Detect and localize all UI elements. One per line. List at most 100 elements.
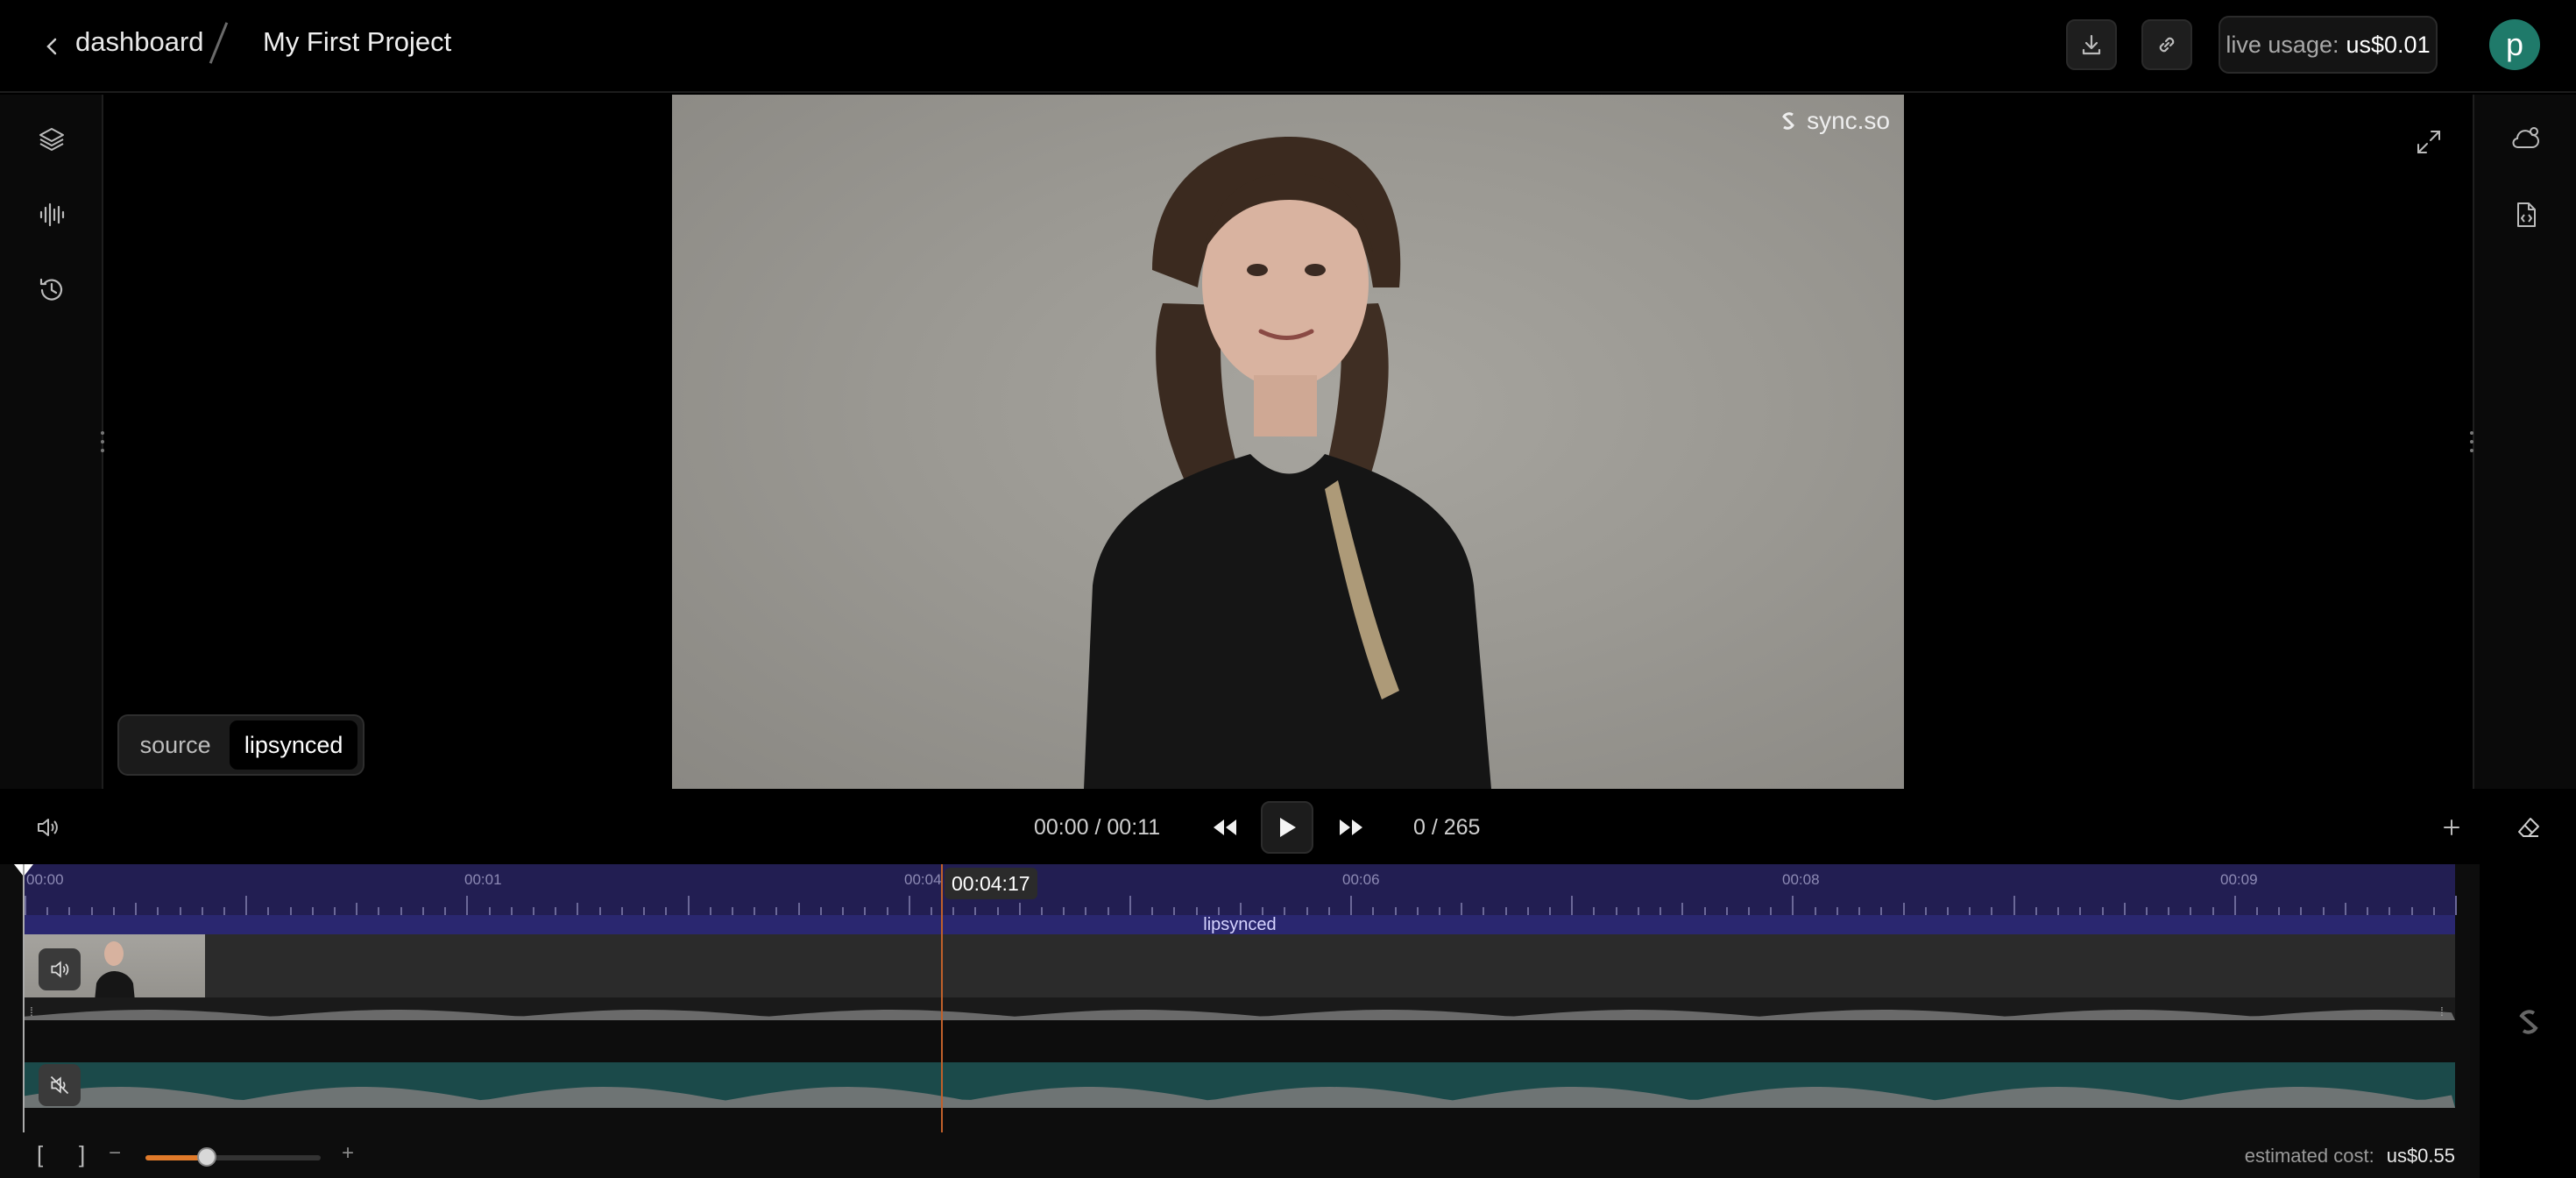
- ruler-tick: [1969, 907, 1971, 915]
- playhead[interactable]: [940, 864, 943, 1132]
- toggle-source[interactable]: source: [124, 720, 226, 770]
- right-resize-handle[interactable]: [2467, 431, 2476, 452]
- left-resize-handle[interactable]: [98, 431, 107, 452]
- ruler-tick: [290, 907, 292, 915]
- ruler-tick: [1218, 907, 1220, 915]
- volume-icon: [51, 961, 69, 978]
- ruler-tick: [1019, 903, 1021, 915]
- ruler-tick: [1527, 907, 1529, 915]
- ruler-tick-label: 00:04: [904, 871, 942, 888]
- toggle-lipsynced[interactable]: lipsynced: [230, 720, 357, 770]
- ruler-tick: [2455, 896, 2457, 915]
- ruler-tick: [202, 907, 203, 915]
- ruler-tick-label: 00:06: [1342, 871, 1380, 888]
- share-link-button[interactable]: [2141, 19, 2192, 70]
- in-point-button[interactable]: [: [37, 1141, 43, 1168]
- cloud-settings-icon[interactable]: [2504, 117, 2548, 161]
- zoom-out-button[interactable]: −: [109, 1141, 121, 1166]
- fast-forward-button[interactable]: [1325, 801, 1377, 854]
- ruler-tick: [931, 907, 932, 915]
- ruler-tick: [643, 907, 645, 915]
- left-sidebar: [0, 95, 103, 789]
- ruler-tick: [2212, 907, 2214, 915]
- play-icon: [1280, 818, 1296, 837]
- ruler-tick: [245, 896, 247, 915]
- track-volume-button[interactable]: [39, 948, 81, 990]
- ruler-tick: [577, 903, 578, 915]
- timeline-right-panel: [2480, 864, 2576, 1178]
- ruler-tick: [2278, 907, 2280, 915]
- audio-waveform-icon[interactable]: [30, 193, 74, 237]
- ruler-tick: [1616, 907, 1617, 915]
- volume-button[interactable]: [21, 801, 74, 854]
- track-mute-button[interactable]: [39, 1064, 81, 1106]
- clip-label-bar[interactable]: lipsynced: [25, 915, 2455, 934]
- ruler-tick: [2345, 903, 2346, 915]
- ruler-tick: [1151, 907, 1153, 915]
- timeline[interactable]: 00:00 00:01 00:04 00:06 00:08 00:09 00:04:17 …: [0, 864, 2480, 1178]
- ruler-tick: [489, 907, 491, 915]
- ruler-tick: [621, 907, 623, 915]
- code-file-icon[interactable]: [2504, 193, 2548, 237]
- video-preview[interactable]: sync.so: [672, 95, 1904, 789]
- expand-icon[interactable]: [2411, 124, 2446, 160]
- history-icon[interactable]: [30, 268, 74, 312]
- track1-waveform: [25, 997, 2455, 1020]
- watermark-text: sync.so: [1807, 107, 1890, 134]
- ruler-tick: [1947, 907, 1949, 915]
- cost-value: us$0.55: [2386, 1145, 2455, 1167]
- ruler-tick: [2411, 907, 2413, 915]
- rewind-button[interactable]: [1199, 801, 1251, 854]
- ruler-tick: [2102, 907, 2104, 915]
- time-ruler[interactable]: 00:00 00:01 00:04 00:06 00:08 00:09: [25, 864, 2457, 915]
- ruler-tick: [1991, 907, 1992, 915]
- ruler-tick: [1815, 907, 1816, 915]
- ruler-tick: [1681, 903, 1683, 915]
- live-usage-indicator: live usage: us$0.01: [2219, 16, 2438, 74]
- zoom-in-button[interactable]: +: [342, 1141, 354, 1166]
- clip-left-handle[interactable]: ⁞: [30, 1004, 33, 1018]
- ruler-tick: [1748, 907, 1750, 915]
- playback-controls: 00:00 / 00:11 0 / 265: [0, 789, 2576, 864]
- ruler-tick: [400, 907, 402, 915]
- ruler-tick: [444, 907, 446, 915]
- ruler-tick: [842, 907, 844, 915]
- source-lipsynced-toggle[interactable]: source lipsynced: [117, 714, 364, 776]
- ruler-tick: [2146, 907, 2148, 915]
- ruler-tick: [2124, 903, 2126, 915]
- ruler-tick: [1439, 907, 1440, 915]
- ruler-tick: [68, 907, 70, 915]
- ruler-tick: [1196, 907, 1198, 915]
- ruler-tick: [1306, 907, 1308, 915]
- ruler-tick: [864, 907, 866, 915]
- chevron-left-icon[interactable]: [39, 30, 65, 63]
- ruler-tick: [356, 903, 357, 915]
- add-button[interactable]: [2425, 801, 2478, 854]
- ruler-tick: [665, 907, 667, 915]
- sync-logo-icon: [1782, 112, 1794, 130]
- layers-icon[interactable]: [30, 117, 74, 161]
- download-button[interactable]: [2066, 19, 2117, 70]
- ruler-tick: [1240, 903, 1242, 915]
- zoom-slider[interactable]: [145, 1147, 321, 1167]
- ruler-tick: [1792, 896, 1794, 915]
- ruler-tick: [754, 907, 755, 915]
- ruler-tick: [820, 907, 822, 915]
- video-track[interactable]: [25, 934, 2455, 1020]
- audio-track[interactable]: [25, 1062, 2455, 1108]
- ruler-tick: [798, 903, 800, 915]
- breadcrumb-dashboard[interactable]: dashboard: [75, 26, 204, 58]
- zoom-slider-knob[interactable]: [197, 1147, 216, 1167]
- project-title[interactable]: My First Project: [263, 26, 451, 58]
- play-button[interactable]: [1261, 801, 1313, 854]
- out-point-button[interactable]: ]: [79, 1141, 85, 1168]
- ruler-tick: [2057, 907, 2059, 915]
- clip-right-handle[interactable]: ⁞: [2440, 1004, 2444, 1018]
- ruler-tick: [599, 907, 601, 915]
- ruler-tick: [267, 907, 269, 915]
- ruler-tick: [952, 907, 954, 915]
- ruler-tick: [1903, 903, 1905, 915]
- avatar[interactable]: p: [2489, 19, 2540, 70]
- eraser-button[interactable]: [2502, 801, 2555, 854]
- ruler-tick: [1660, 907, 1661, 915]
